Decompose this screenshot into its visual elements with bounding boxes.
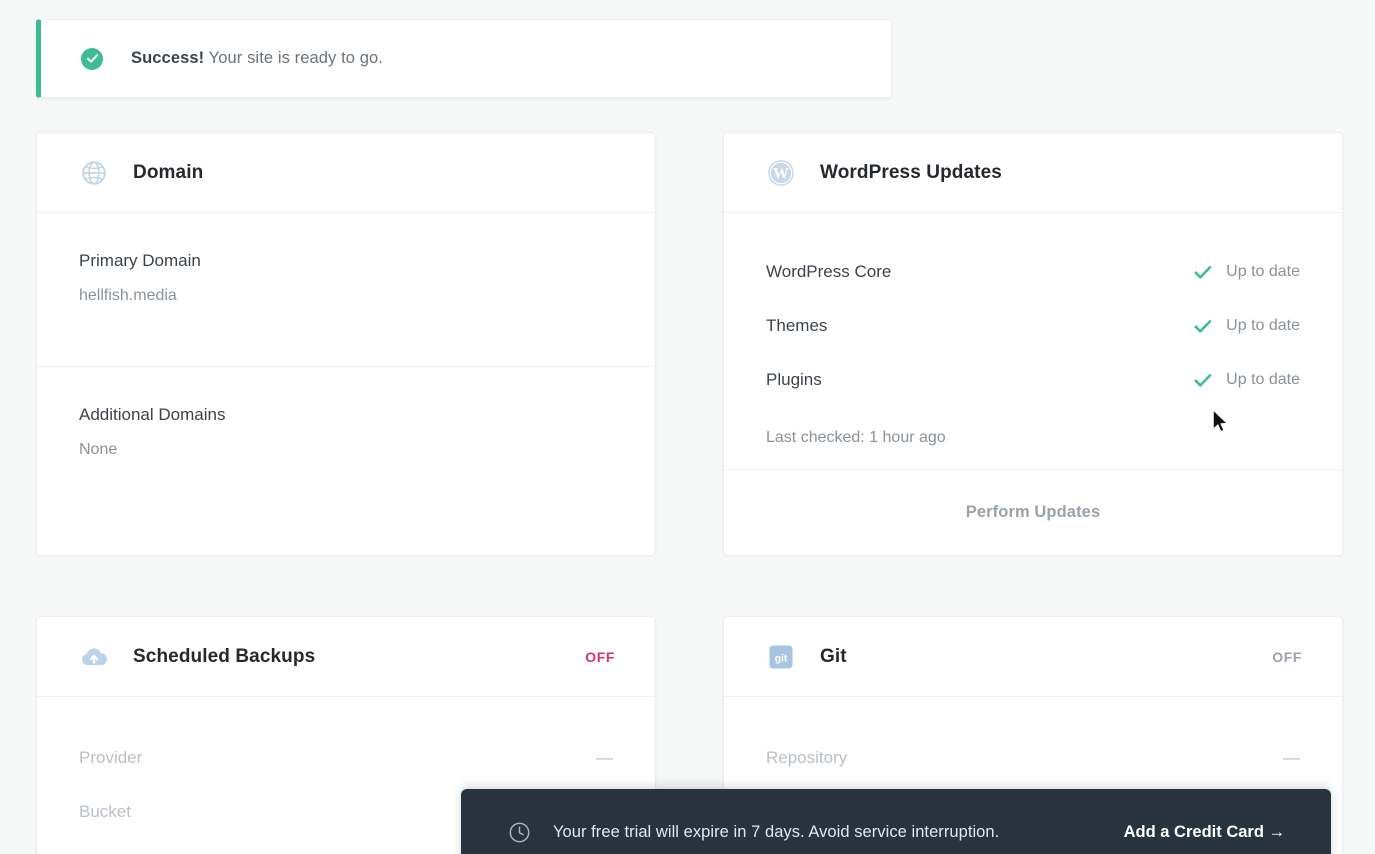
update-status: Up to date: [1194, 263, 1300, 281]
git-icon: git: [766, 642, 796, 672]
git-details: Repository —: [724, 697, 1342, 785]
update-row-plugins: Plugins Up to date: [766, 353, 1300, 407]
perform-updates-button[interactable]: Perform Updates: [966, 503, 1100, 522]
domain-card-header: Domain: [37, 133, 655, 213]
additional-domains-value: None: [79, 441, 118, 458]
detail-value: —: [1283, 748, 1300, 767]
domain-card-title: Domain: [133, 161, 204, 183]
backup-detail-provider: Provider —: [79, 731, 613, 785]
wordpress-updates-footer[interactable]: Perform Updates: [724, 469, 1342, 555]
check-icon: [1194, 373, 1212, 388]
git-card-title: Git: [820, 645, 847, 667]
cloud-upload-icon: [79, 642, 109, 672]
wordpress-updates-list: WordPress Core Up to date Themes Up to d…: [724, 213, 1342, 447]
update-name: WordPress Core: [766, 262, 892, 281]
update-status-text: Up to date: [1226, 371, 1300, 388]
svg-text:W: W: [773, 165, 789, 182]
clock-icon: [507, 820, 531, 844]
git-detail-repository: Repository —: [766, 731, 1300, 785]
detail-value: —: [596, 748, 613, 767]
scheduled-backups-card-header: Scheduled Backups OFF: [37, 617, 655, 697]
update-status-text: Up to date: [1226, 317, 1300, 334]
success-notice-message: Your site is ready to go.: [204, 49, 383, 67]
update-name: Themes: [766, 316, 828, 335]
additional-domains-label: Additional Domains: [79, 405, 226, 424]
svg-text:git: git: [775, 652, 788, 664]
update-status-text: Up to date: [1226, 263, 1300, 280]
domain-card: Domain Primary Domain hellfish.media Add…: [36, 132, 656, 556]
primary-domain-row: Primary Domain hellfish.media: [37, 213, 655, 366]
detail-label: Provider: [79, 748, 143, 767]
primary-domain-value: hellfish.media: [79, 287, 177, 304]
git-card-header: git Git OFF: [724, 617, 1342, 697]
check-icon: [1194, 319, 1212, 334]
update-name: Plugins: [766, 370, 822, 389]
success-notice-strong: Success!: [131, 49, 205, 67]
primary-domain-label: Primary Domain: [79, 251, 201, 270]
success-notice-text: Success! Your site is ready to go.: [131, 49, 383, 68]
trial-expiry-banner: Your free trial will expire in 7 days. A…: [461, 789, 1331, 854]
update-status: Up to date: [1194, 371, 1300, 389]
scheduled-backups-card-title: Scheduled Backups: [133, 645, 316, 667]
success-notice: Success! Your site is ready to go.: [36, 19, 892, 98]
wordpress-icon: W: [766, 158, 796, 188]
trial-message: Your free trial will expire in 7 days. A…: [553, 822, 1000, 841]
additional-domains-row: Additional Domains None: [37, 366, 655, 519]
detail-label: Repository: [766, 748, 848, 767]
scheduled-backups-toggle-state[interactable]: OFF: [585, 649, 615, 665]
check-circle-icon: [81, 47, 103, 70]
add-credit-card-button[interactable]: Add a Credit Card →: [1124, 823, 1285, 842]
update-row-core: WordPress Core Up to date: [766, 245, 1300, 299]
wordpress-updates-card: W WordPress Updates WordPress Core Up to…: [723, 132, 1343, 556]
update-row-themes: Themes Up to date: [766, 299, 1300, 353]
last-checked-text: Last checked: 1 hour ago: [766, 429, 946, 446]
wordpress-updates-card-title: WordPress Updates: [820, 161, 1002, 183]
detail-label: Bucket: [79, 802, 131, 821]
update-status: Up to date: [1194, 317, 1300, 335]
globe-icon: [79, 158, 109, 188]
wordpress-updates-card-header: W WordPress Updates: [724, 133, 1342, 213]
git-toggle-state[interactable]: OFF: [1272, 649, 1302, 665]
check-icon: [1194, 265, 1212, 280]
